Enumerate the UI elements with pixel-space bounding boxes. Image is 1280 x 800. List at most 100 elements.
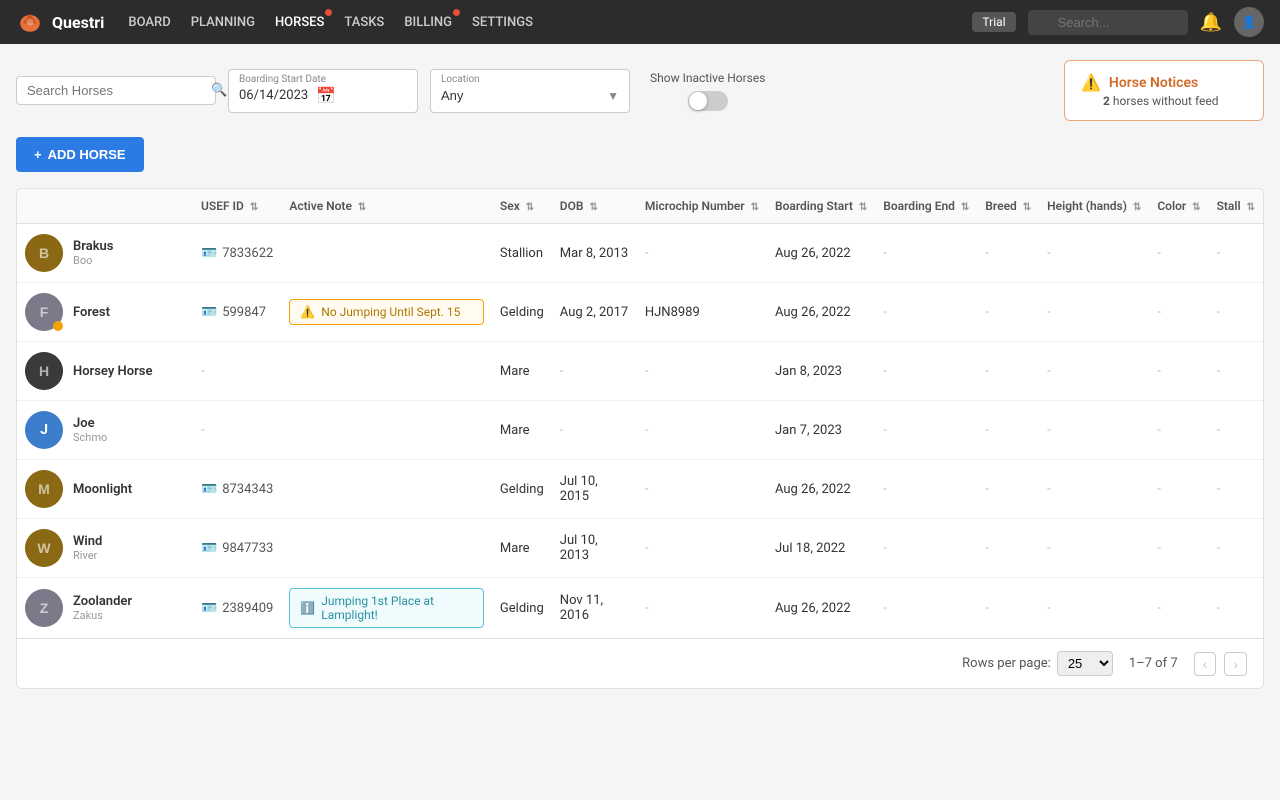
usef-id-cell: -: [193, 401, 281, 460]
nav-billing[interactable]: BILLING: [404, 15, 452, 30]
horse-search-field[interactable]: 🔍: [16, 76, 216, 105]
pagination-info: 1–7 of 7: [1129, 656, 1178, 671]
horse-info: Wind River: [73, 534, 102, 562]
nav-search-wrapper: 🔍: [1028, 10, 1188, 35]
nav-planning[interactable]: PLANNING: [191, 15, 255, 30]
sort-microchip-icon: ⇅: [751, 202, 759, 213]
color-cell: -: [1149, 342, 1208, 401]
col-dob[interactable]: DOB ⇅: [552, 189, 637, 224]
usef-id-value: 7833622: [222, 246, 273, 261]
usef-id-value: 599847: [222, 305, 266, 320]
nav-tasks[interactable]: TASKS: [344, 15, 384, 30]
sex-cell: Gelding: [492, 578, 552, 639]
horse-avatar: H: [25, 352, 63, 390]
nav-board[interactable]: BOARD: [128, 15, 170, 30]
stall-cell: -: [1209, 342, 1263, 401]
dob-cell: -: [552, 342, 637, 401]
dob-cell: Jul 10, 2015: [552, 460, 637, 519]
active-note-cell: ⚠️No Jumping Until Sept. 15: [281, 283, 492, 342]
table-row[interactable]: W Wind River 🪪9847733 Mare Jul 10, 2013 …: [17, 519, 1263, 578]
active-note-cell: [281, 401, 492, 460]
active-note-cell: [281, 460, 492, 519]
add-horse-button[interactable]: + ADD HORSE: [16, 137, 144, 172]
nav-search-input[interactable]: [1028, 10, 1188, 35]
boarding-start-label: Boarding Start Date: [239, 74, 326, 85]
horses-table: USEF ID ⇅ Active Note ⇅ Sex ⇅ DOB ⇅ Micr…: [17, 189, 1263, 638]
boarding-end-cell: -: [875, 224, 977, 283]
col-breed[interactable]: Breed ⇅: [977, 189, 1039, 224]
location-select[interactable]: Any Barn A Barn B Pasture: [441, 88, 599, 103]
stall-cell: -: [1209, 401, 1263, 460]
svg-text:M: M: [38, 481, 50, 497]
user-avatar[interactable]: 👤: [1234, 7, 1264, 37]
height-cell: -: [1039, 578, 1149, 639]
rows-per-page-select[interactable]: 25 50 100: [1057, 651, 1113, 676]
microchip-cell: -: [637, 342, 767, 401]
col-usef-id[interactable]: USEF ID ⇅: [193, 189, 281, 224]
horse-avatar: M: [25, 470, 63, 508]
table-row[interactable]: J Joe Schmo - Mare - - Jan 7, 2023 - - -…: [17, 401, 1263, 460]
table-row[interactable]: H Horsey Horse - Mare - - Jan 8, 2023 - …: [17, 342, 1263, 401]
height-cell: -: [1039, 283, 1149, 342]
billing-badge: [453, 9, 460, 16]
calendar-icon[interactable]: 📅: [316, 86, 336, 105]
color-cell: -: [1149, 519, 1208, 578]
page-navigation: ‹ ›: [1194, 652, 1247, 676]
horse-name: Moonlight: [73, 482, 132, 497]
table-row[interactable]: F Forest 🪪599847 ⚠️No Jumping Until Sept…: [17, 283, 1263, 342]
breed-cell: -: [977, 283, 1039, 342]
horse-info: Joe Schmo: [73, 416, 107, 444]
active-note-cell: [281, 224, 492, 283]
active-note-text: Jumping 1st Place at Lamplight!: [321, 594, 473, 622]
search-icon: 🔍: [211, 83, 227, 98]
horse-subtitle: Schmo: [73, 431, 107, 444]
prev-page-button[interactable]: ‹: [1194, 652, 1217, 676]
show-inactive-toggle[interactable]: [688, 91, 728, 111]
avatar-initials: 👤: [1242, 15, 1257, 29]
col-height[interactable]: Height (hands) ⇅: [1039, 189, 1149, 224]
horse-name: Wind: [73, 534, 102, 549]
horse-info: Moonlight: [73, 482, 132, 497]
height-cell: -: [1039, 401, 1149, 460]
nav-settings[interactable]: SETTINGS: [472, 15, 533, 30]
dob-cell: Nov 11, 2016: [552, 578, 637, 639]
horse-cell: M Moonlight: [17, 460, 193, 519]
col-stall[interactable]: Stall ⇅: [1209, 189, 1263, 224]
notifications-button[interactable]: 🔔: [1200, 12, 1222, 33]
horses-table-wrapper: USEF ID ⇅ Active Note ⇅ Sex ⇅ DOB ⇅ Micr…: [16, 188, 1264, 689]
table-row[interactable]: Z Zoolander Zakus 🪪2389409 ℹ️Jumping 1st…: [17, 578, 1263, 639]
boarding-start-cell: Aug 26, 2022: [767, 283, 875, 342]
add-horse-label: ADD HORSE: [48, 147, 126, 162]
usef-icon: 🪪: [201, 246, 217, 261]
nav-horses[interactable]: HORSES: [275, 15, 324, 30]
col-color[interactable]: Color ⇅: [1149, 189, 1208, 224]
col-boarding-end[interactable]: Boarding End ⇅: [875, 189, 977, 224]
sex-cell: Gelding: [492, 283, 552, 342]
horse-cell: H Horsey Horse: [17, 342, 193, 401]
stall-cell: -: [1209, 519, 1263, 578]
location-dropdown-icon: ▼: [607, 89, 619, 103]
color-cell: -: [1149, 283, 1208, 342]
col-microchip[interactable]: Microchip Number ⇅: [637, 189, 767, 224]
horse-search-input[interactable]: [27, 83, 203, 98]
location-filter[interactable]: Location Any Barn A Barn B Pasture ▼: [430, 69, 630, 113]
boarding-start-date-field[interactable]: Boarding Start Date 06/14/2023 📅: [228, 69, 418, 113]
table-row[interactable]: B Brakus Boo 🪪7833622 Stallion Mar 8, 20…: [17, 224, 1263, 283]
col-sex[interactable]: Sex ⇅: [492, 189, 552, 224]
dob-cell: Mar 8, 2013: [552, 224, 637, 283]
next-page-button[interactable]: ›: [1224, 652, 1247, 676]
col-active-note[interactable]: Active Note ⇅: [281, 189, 492, 224]
usef-id-value: 9847733: [222, 541, 273, 556]
sort-stall-icon: ⇅: [1247, 202, 1255, 213]
brand[interactable]: Questri: [16, 8, 104, 36]
height-cell: -: [1039, 460, 1149, 519]
horse-info: Zoolander Zakus: [73, 594, 132, 622]
table-row[interactable]: M Moonlight 🪪8734343 Gelding Jul 10, 201…: [17, 460, 1263, 519]
usef-id-cell: 🪪599847: [193, 283, 281, 342]
brand-name: Questri: [52, 13, 104, 32]
usef-icon: 🪪: [201, 601, 217, 616]
trial-badge: Trial: [972, 12, 1015, 32]
col-boarding-start[interactable]: Boarding Start ⇅: [767, 189, 875, 224]
boarding-start-cell: Jul 18, 2022: [767, 519, 875, 578]
boarding-start-cell: Aug 26, 2022: [767, 578, 875, 639]
